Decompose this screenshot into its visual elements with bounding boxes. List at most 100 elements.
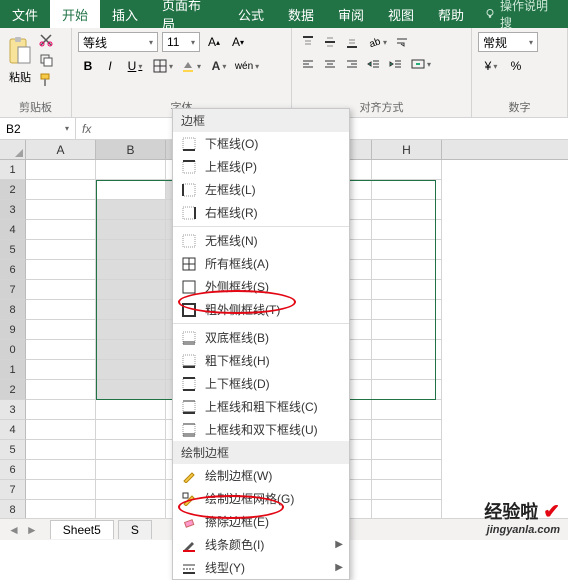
cell[interactable] — [96, 380, 166, 400]
row-header[interactable]: 4 — [0, 420, 26, 440]
row-header[interactable]: 7 — [0, 280, 26, 300]
menu-item-thick-bottom[interactable]: 粗下框线(H) — [173, 349, 349, 372]
cell[interactable] — [372, 320, 442, 340]
cell[interactable] — [96, 440, 166, 460]
font-color-button[interactable]: A▾ — [206, 56, 232, 76]
cell[interactable] — [96, 300, 166, 320]
menu-item-none[interactable]: 无框线(N) — [173, 229, 349, 252]
cell[interactable] — [372, 480, 442, 500]
wrap-text-icon[interactable] — [392, 32, 412, 52]
cell[interactable] — [96, 260, 166, 280]
cell[interactable] — [372, 440, 442, 460]
name-box[interactable]: B2▾ — [0, 118, 76, 139]
cell[interactable] — [96, 500, 166, 520]
borders-button[interactable]: ▾ — [150, 56, 176, 76]
tab-home[interactable]: 开始 — [50, 0, 100, 28]
copy-icon[interactable] — [38, 52, 54, 68]
row-header[interactable]: 8 — [0, 300, 26, 320]
align-middle-icon[interactable] — [320, 32, 340, 52]
cell[interactable] — [26, 260, 96, 280]
align-left-icon[interactable] — [298, 54, 318, 74]
cell[interactable] — [372, 500, 442, 520]
tell-me-search[interactable]: 操作说明搜 — [476, 0, 568, 31]
align-center-icon[interactable] — [320, 54, 340, 74]
cell[interactable] — [96, 420, 166, 440]
cell[interactable] — [372, 420, 442, 440]
row-header[interactable]: 1 — [0, 360, 26, 380]
menu-item-left[interactable]: 左框线(L) — [173, 178, 349, 201]
col-H[interactable]: H — [372, 140, 442, 159]
sheet-tab-next[interactable]: S — [118, 520, 152, 539]
cell[interactable] — [96, 160, 166, 180]
cell[interactable] — [96, 400, 166, 420]
cell[interactable] — [96, 480, 166, 500]
decrease-indent-icon[interactable] — [364, 54, 384, 74]
align-top-icon[interactable] — [298, 32, 318, 52]
menu-item-top-bottom[interactable]: 上下框线(D) — [173, 372, 349, 395]
font-size-combo[interactable]: 11▾ — [162, 32, 200, 52]
cell[interactable] — [372, 160, 442, 180]
tab-help[interactable]: 帮助 — [426, 0, 476, 28]
cell[interactable] — [372, 180, 442, 200]
row-header[interactable]: 2 — [0, 380, 26, 400]
format-painter-icon[interactable] — [38, 72, 54, 88]
sheet-nav-next-icon[interactable]: ► — [26, 523, 38, 537]
tab-view[interactable]: 视图 — [376, 0, 426, 28]
menu-item-outside[interactable]: 外侧框线(S) — [173, 275, 349, 298]
row-header[interactable]: 9 — [0, 320, 26, 340]
row-header[interactable]: 3 — [0, 200, 26, 220]
sheet-nav[interactable]: ◄ ► — [8, 523, 38, 537]
cell[interactable] — [26, 280, 96, 300]
italic-button[interactable]: I — [100, 56, 120, 76]
row-header[interactable]: 6 — [0, 460, 26, 480]
align-right-icon[interactable] — [342, 54, 362, 74]
menu-item-top-double-bottom[interactable]: 上框线和双下框线(U) — [173, 418, 349, 441]
row-header[interactable]: 3 — [0, 400, 26, 420]
paste-button[interactable]: 粘贴 — [6, 35, 34, 85]
menu-item-right[interactable]: 右框线(R) — [173, 201, 349, 224]
menu-item-erase[interactable]: 擦除边框(E) — [173, 510, 349, 533]
cell[interactable] — [26, 320, 96, 340]
cell[interactable] — [26, 300, 96, 320]
menu-item-top[interactable]: 上框线(P) — [173, 155, 349, 178]
row-header[interactable]: 1 — [0, 160, 26, 180]
select-all-corner[interactable] — [0, 140, 26, 159]
cell[interactable] — [372, 260, 442, 280]
row-header[interactable]: 7 — [0, 480, 26, 500]
menu-item-all[interactable]: 所有框线(A) — [173, 252, 349, 275]
cell[interactable] — [26, 480, 96, 500]
increase-indent-icon[interactable] — [386, 54, 406, 74]
row-header[interactable]: 4 — [0, 220, 26, 240]
menu-item-top-thick-bottom[interactable]: 上框线和粗下框线(C) — [173, 395, 349, 418]
cell[interactable] — [26, 420, 96, 440]
sheet-tab-active[interactable]: Sheet5 — [50, 520, 114, 539]
menu-item-bottom[interactable]: 下框线(O) — [173, 132, 349, 155]
cell[interactable] — [26, 240, 96, 260]
orientation-icon[interactable]: ab▾ — [364, 32, 390, 52]
cut-icon[interactable] — [38, 32, 54, 48]
menu-item-thick-outside[interactable]: 粗外侧框线(T) — [173, 298, 349, 321]
percent-icon[interactable]: % — [506, 56, 526, 76]
cell[interactable] — [372, 220, 442, 240]
cell[interactable] — [26, 500, 96, 520]
row-header[interactable]: 2 — [0, 180, 26, 200]
cell[interactable] — [372, 400, 442, 420]
cell[interactable] — [372, 460, 442, 480]
font-name-combo[interactable]: 等线▾ — [78, 32, 158, 52]
cell[interactable] — [372, 200, 442, 220]
cell[interactable] — [96, 460, 166, 480]
align-bottom-icon[interactable] — [342, 32, 362, 52]
menu-item-draw-grid[interactable]: 绘制边框网格(G) — [173, 487, 349, 510]
cell[interactable] — [96, 240, 166, 260]
cell[interactable] — [372, 280, 442, 300]
fill-color-button[interactable]: ▾ — [178, 56, 204, 76]
merge-cells-icon[interactable]: ▾ — [408, 54, 434, 74]
row-header[interactable]: 0 — [0, 340, 26, 360]
tab-insert[interactable]: 插入 — [100, 0, 150, 28]
menu-item-line-color[interactable]: 线条颜色(I)▶ — [173, 533, 349, 556]
fx-icon[interactable]: fx — [82, 122, 91, 136]
phonetic-button[interactable]: wén▾ — [234, 56, 260, 76]
tab-page-layout[interactable]: 页面布局 — [150, 0, 226, 28]
cell[interactable] — [96, 320, 166, 340]
tab-data[interactable]: 数据 — [276, 0, 326, 28]
